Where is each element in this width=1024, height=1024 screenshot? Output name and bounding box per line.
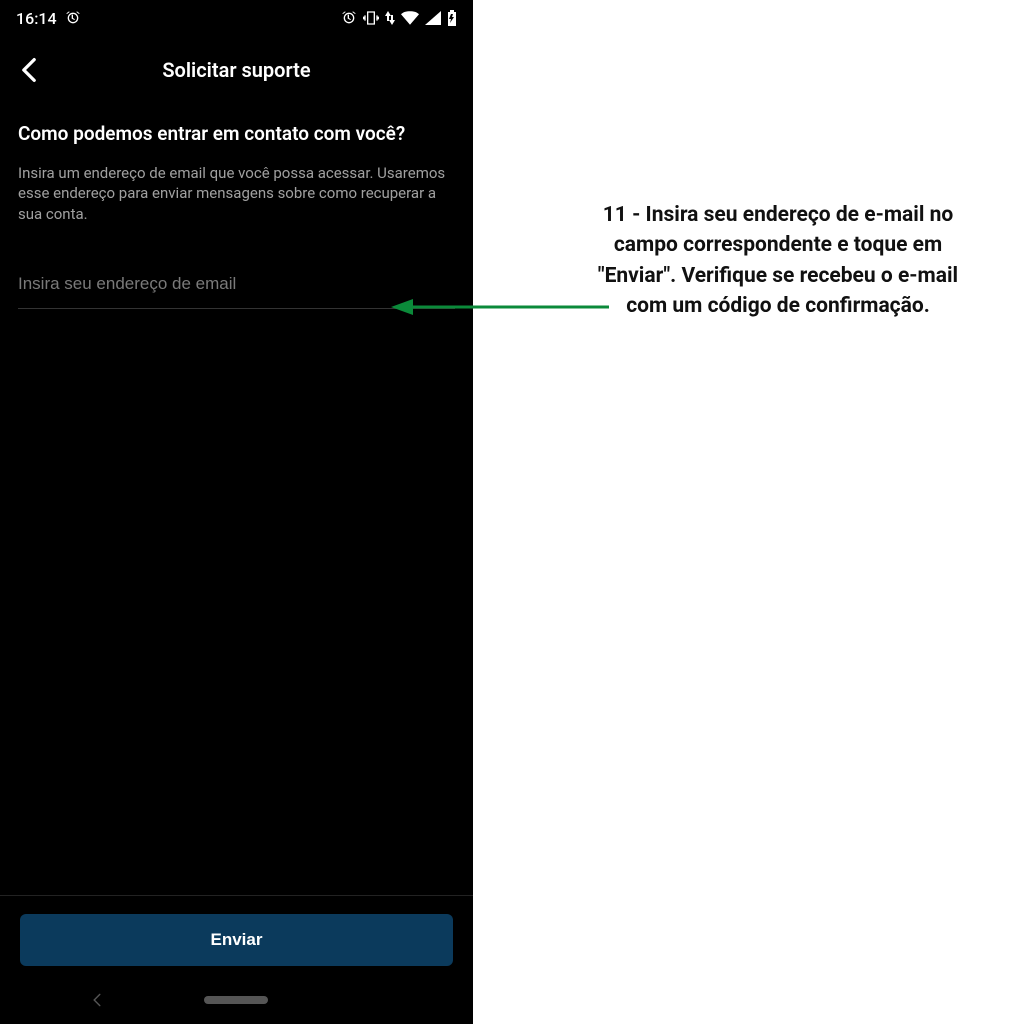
footer: Enviar <box>0 895 473 976</box>
alarm-icon <box>341 10 357 26</box>
phone-screenshot: 16:14 Solicitar suporte Como podemos ent… <box>0 0 473 1024</box>
android-nav-bar <box>0 976 473 1024</box>
instruction-step-11: 11 - Insira seu endereço de e-mail no ca… <box>588 200 968 322</box>
data-icon <box>385 11 395 25</box>
page-header: Solicitar suporte <box>0 36 473 94</box>
submit-button[interactable]: Enviar <box>20 914 453 966</box>
annotation-panel: 11 - Insira seu endereço de e-mail no ca… <box>473 0 1024 1024</box>
back-icon[interactable] <box>20 57 38 83</box>
page-title: Solicitar suporte <box>16 58 457 82</box>
email-field-wrapper <box>18 264 455 309</box>
wifi-icon <box>401 11 419 25</box>
status-bar: 16:14 <box>0 0 473 36</box>
nav-back-icon[interactable] <box>90 993 104 1007</box>
signal-icon <box>425 11 441 25</box>
contact-question: Como podemos entrar em contato com você? <box>18 122 455 145</box>
email-input[interactable] <box>18 274 455 294</box>
clock-time: 16:14 <box>16 9 57 28</box>
main-content: Como podemos entrar em contato com você?… <box>0 94 473 895</box>
vibrate-icon <box>363 10 379 26</box>
contact-description: Insira um endereço de email que você pos… <box>18 163 455 224</box>
battery-icon <box>447 10 457 26</box>
alarm-icon <box>65 10 81 26</box>
nav-home-pill[interactable] <box>204 996 268 1004</box>
pointer-arrow-icon <box>391 292 611 322</box>
